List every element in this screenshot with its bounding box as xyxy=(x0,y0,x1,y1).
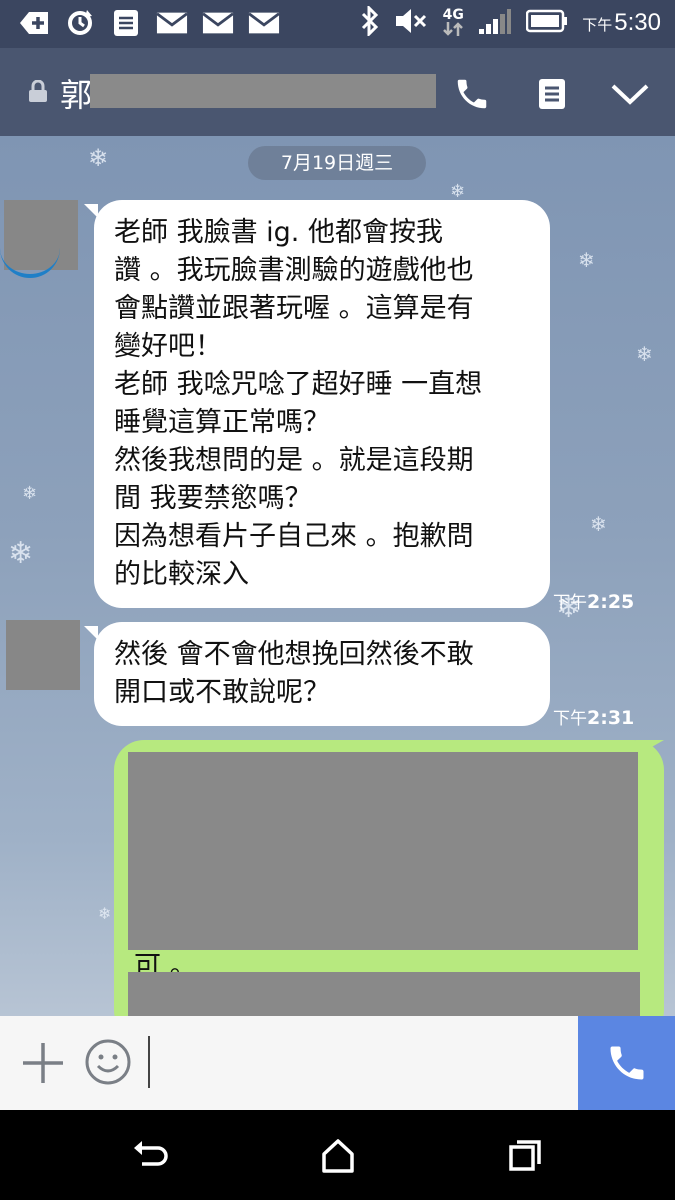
clock-time: 5:30 xyxy=(614,9,661,36)
recents-button[interactable] xyxy=(505,1138,545,1174)
recents-icon xyxy=(509,1140,541,1171)
avatar-ring xyxy=(0,234,60,278)
snowflake-icon: ❄ xyxy=(88,144,109,172)
redacted-name xyxy=(90,74,436,108)
message-timestamp: 下午2:25 xyxy=(553,591,635,613)
emoji-icon xyxy=(85,1039,131,1085)
call-button[interactable] xyxy=(450,72,494,116)
snowflake-icon: ❄ xyxy=(22,483,38,504)
message-timestamp: 下午2:31 xyxy=(553,707,635,729)
battery-icon xyxy=(526,9,568,37)
phone-icon xyxy=(610,1046,643,1080)
snowflake-icon: ❄ xyxy=(578,248,595,272)
bluetooth-icon xyxy=(360,4,380,40)
add-icon xyxy=(18,8,50,38)
mail-icon xyxy=(202,8,234,38)
chat-header: 郭 xyxy=(0,48,675,136)
status-bar: 4G 下午5:30 xyxy=(0,0,675,48)
redacted-block xyxy=(128,752,638,950)
date-chip: 7月19日週三 xyxy=(248,146,426,180)
navigation-bar xyxy=(0,1110,675,1200)
message-bubble[interactable]: 老師 我臉書 ig. 他都會按我 讚 。我玩臉書測驗的遊戲他也 會點讚並跟著玩喔… xyxy=(94,200,550,608)
message-input[interactable] xyxy=(148,1036,568,1088)
input-bar xyxy=(0,1016,675,1110)
back-icon xyxy=(134,1141,168,1166)
snowflake-icon: ❄ xyxy=(590,512,607,536)
mail-icon xyxy=(156,8,188,38)
home-icon xyxy=(322,1139,354,1173)
clock: 下午5:30 xyxy=(582,9,661,37)
clock-ampm: 下午 xyxy=(582,16,613,34)
avatar[interactable] xyxy=(6,620,80,690)
system-status: 4G 下午5:30 xyxy=(360,4,661,40)
emoji-button[interactable] xyxy=(84,1038,132,1086)
collapse-button[interactable] xyxy=(608,72,652,116)
lock-icon xyxy=(28,79,48,102)
phone-icon xyxy=(457,79,487,109)
plus-icon xyxy=(23,1043,63,1083)
snowflake-icon: ❄ xyxy=(636,342,653,366)
memo-button[interactable] xyxy=(530,72,574,116)
mail-icon xyxy=(248,8,280,38)
memo-icon xyxy=(539,79,565,109)
sync-icon xyxy=(64,8,96,38)
note-icon xyxy=(110,8,142,38)
snowflake-icon: ❄ xyxy=(98,904,112,923)
snowflake-icon: ❄ xyxy=(8,536,34,571)
bubble-tail xyxy=(636,740,664,756)
chevron-down-icon xyxy=(611,84,649,105)
network-type: 4G xyxy=(442,8,464,39)
message-bubble[interactable]: 然後 會不會他想挽回然後不敢 開口或不敢說呢？ xyxy=(94,622,550,726)
mute-icon xyxy=(394,7,428,39)
voice-call-button[interactable] xyxy=(578,1016,675,1110)
chat-area[interactable]: ❄ ❄ ❄ ❄ ❄ ❄ ❄ ❄ ❄ 7月19日週三 老師 我臉書 ig. 他都會… xyxy=(0,136,675,1016)
home-button[interactable] xyxy=(318,1138,358,1174)
signal-icon xyxy=(478,7,512,39)
contact-name: 郭 xyxy=(60,76,93,114)
attach-button[interactable] xyxy=(20,1040,66,1086)
back-button[interactable] xyxy=(130,1138,170,1174)
notification-icons xyxy=(18,8,280,38)
redacted-block xyxy=(128,972,640,1016)
